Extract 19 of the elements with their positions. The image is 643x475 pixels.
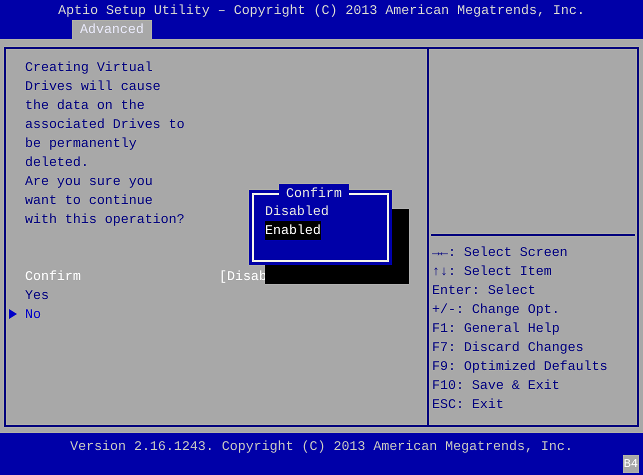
help-text: ESC: Exit (432, 396, 505, 414)
help-text: F1: General Help (432, 320, 561, 338)
help-text: →←: Select Screen (432, 244, 569, 262)
submenu-link[interactable]: No (25, 305, 41, 324)
pointer-icon (9, 309, 17, 319)
help-text: F10: Save & Exit (432, 377, 561, 395)
help-text: F9: Optimized Defaults (432, 358, 609, 376)
help-text: Enter: Select (432, 282, 537, 300)
help-text: ↑↓: Select Item (432, 263, 553, 281)
description-text: Are you sure you want to continue with this operation? (25, 173, 185, 229)
help-text: F7: Discard Changes (432, 339, 585, 357)
dialog-option[interactable]: Disabled (265, 202, 329, 221)
description-text: Creating Virtual Drives will cause the data on the associated Drives to be permanently deleted. (25, 59, 185, 172)
version-text: Version 2.16.1243. Copyright (C) 2013 American Megatrends, Inc. (70, 438, 573, 456)
badge: B4 (622, 455, 639, 473)
help-text: +/-: Change Opt. (432, 301, 561, 319)
window-title: Aptio Setup Utility – Copyright (C) 2013 American Megatrends, Inc. (58, 2, 585, 20)
menu-item[interactable]: Yes (25, 286, 49, 305)
dialog-option[interactable]: Enabled (265, 221, 321, 240)
